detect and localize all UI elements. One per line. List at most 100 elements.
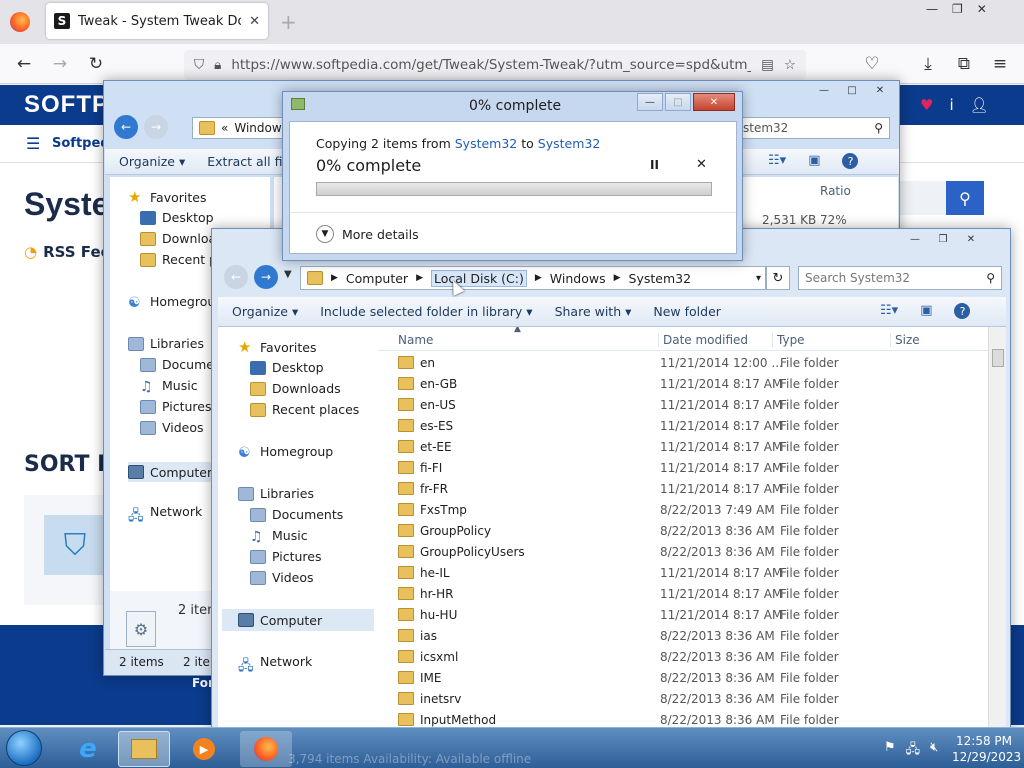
nav-libraries[interactable]: Libraries bbox=[260, 486, 314, 501]
nav-music[interactable]: Music bbox=[272, 528, 308, 543]
info-icon[interactable]: i bbox=[949, 96, 953, 114]
column-ratio[interactable]: Ratio bbox=[820, 184, 851, 198]
menu-icon[interactable]: ≡ bbox=[988, 52, 1012, 76]
pocket-icon[interactable]: ♡ bbox=[860, 52, 884, 76]
network-tray-icon[interactable]: 🖧︎ bbox=[906, 740, 921, 762]
breadcrumb-local-disk[interactable]: Local Disk (C:) bbox=[430, 269, 527, 287]
view-icon[interactable]: ☷▾ bbox=[768, 153, 786, 169]
table-row[interactable]: hr-HR 11/21/2014 8:17 AM File folder bbox=[378, 583, 890, 604]
forward-icon[interactable]: → bbox=[254, 265, 278, 289]
taskbar-media-player[interactable]: ▶ bbox=[178, 731, 230, 767]
maximize-icon[interactable]: □ bbox=[839, 81, 865, 99]
table-row[interactable]: et-EE 11/21/2014 8:17 AM File folder bbox=[378, 436, 890, 457]
back-arrow-icon[interactable]: ← bbox=[12, 52, 36, 76]
include-in-library-button[interactable]: Include selected folder in library ▾ bbox=[320, 304, 532, 319]
firefox-icon[interactable] bbox=[10, 12, 30, 32]
column-size[interactable]: Size bbox=[890, 333, 920, 347]
minimize-icon[interactable]: — bbox=[811, 81, 837, 99]
minimize-icon[interactable]: — bbox=[902, 230, 928, 248]
close-icon[interactable]: ✕ bbox=[693, 93, 735, 111]
organize-button[interactable]: Organize ▾ bbox=[119, 154, 185, 169]
url-text[interactable]: https://www.softpedia.com/get/Tweak/Syst… bbox=[231, 57, 751, 73]
table-row[interactable]: es-ES 11/21/2014 8:17 AM File folder bbox=[378, 415, 890, 436]
table-row[interactable]: he-IL 11/21/2014 8:17 AM File folder bbox=[378, 562, 890, 583]
new-folder-button[interactable]: New folder bbox=[653, 304, 721, 319]
hamburger-icon[interactable]: ☰ bbox=[26, 134, 40, 153]
downloads-icon[interactable]: ⤓ bbox=[916, 52, 940, 76]
restore-icon[interactable]: ❐ bbox=[952, 2, 963, 16]
source-link[interactable]: System32 bbox=[455, 136, 518, 151]
forward-arrow-icon[interactable]: → bbox=[48, 52, 72, 76]
table-row[interactable]: IME 8/22/2013 8:36 AM File folder bbox=[378, 667, 890, 688]
close-icon[interactable]: ✕ bbox=[977, 2, 987, 16]
scroll-thumb[interactable] bbox=[992, 349, 1004, 367]
view-icon[interactable]: ☷▾ bbox=[880, 303, 898, 319]
extract-all-button[interactable]: Extract all fil bbox=[207, 154, 286, 169]
nav-favorites[interactable]: Favorites bbox=[260, 340, 316, 355]
close-icon[interactable]: ✕ bbox=[958, 230, 984, 248]
browser-tab[interactable]: S Tweak - System Tweak Downloa ✕ bbox=[46, 3, 268, 39]
nav-recent[interactable]: Recent places bbox=[272, 402, 359, 417]
table-row[interactable]: en-US 11/21/2014 8:17 AM File folder bbox=[378, 394, 890, 415]
reader-view-icon[interactable]: ▤ bbox=[761, 57, 774, 73]
column-date-modified[interactable]: Date modified bbox=[658, 333, 748, 347]
breadcrumb-windows[interactable]: Windows bbox=[550, 271, 606, 286]
taskbar-internet-explorer[interactable]: e bbox=[62, 731, 114, 767]
table-row[interactable]: en 11/21/2014 12:00 ... File folder bbox=[378, 352, 890, 373]
maximize-icon[interactable]: □ bbox=[665, 93, 691, 111]
nav-favorites[interactable]: Favorites bbox=[150, 190, 206, 205]
new-tab-button[interactable]: + bbox=[280, 10, 297, 34]
table-row[interactable]: en-GB 11/21/2014 8:17 AM File folder bbox=[378, 373, 890, 394]
more-details-toggle[interactable]: ▼ More details bbox=[316, 225, 419, 243]
explorer-window[interactable]: — ❐ ✕ ← → ▼ ▶ Computer ▶ Local Disk (C:)… bbox=[211, 228, 1011, 728]
minimize-icon[interactable]: — bbox=[926, 2, 938, 16]
nav-videos[interactable]: Videos bbox=[272, 570, 314, 585]
cancel-button[interactable]: ✕ bbox=[696, 157, 707, 172]
nav-desktop[interactable]: Desktop bbox=[162, 210, 214, 225]
url-bar[interactable]: ⛉ 🔒︎ https://www.softpedia.com/get/Tweak… bbox=[184, 50, 806, 80]
address-bar[interactable]: ▶ Computer ▶ Local Disk (C:) ▶ Windows ▶… bbox=[300, 266, 766, 290]
nav-computer[interactable]: Computer bbox=[150, 465, 212, 480]
table-row[interactable]: FxsTmp 8/22/2013 7:49 AM File folder bbox=[378, 499, 890, 520]
table-row[interactable]: hu-HU 11/21/2014 8:17 AM File folder bbox=[378, 604, 890, 625]
shield-icon[interactable]: ⛉ bbox=[194, 57, 204, 73]
nav-libraries[interactable]: Libraries bbox=[150, 336, 204, 351]
organize-button[interactable]: Organize ▾ bbox=[232, 304, 298, 319]
table-row[interactable]: icsxml 8/22/2013 8:36 AM File folder bbox=[378, 646, 890, 667]
vertical-scrollbar[interactable] bbox=[988, 327, 1006, 727]
back-icon[interactable]: ← bbox=[224, 265, 248, 289]
nav-videos[interactable]: Videos bbox=[162, 420, 204, 435]
nav-pictures[interactable]: Pictures bbox=[162, 399, 212, 414]
recent-pages-chevron-icon[interactable]: ▼ bbox=[284, 269, 292, 280]
table-row[interactable]: InputMethod 8/22/2013 8:36 AM File folder bbox=[378, 709, 890, 727]
restore-icon[interactable]: ❐ bbox=[930, 230, 956, 248]
column-name[interactable]: Name bbox=[398, 333, 433, 347]
taskbar-firefox[interactable] bbox=[240, 731, 292, 767]
table-row[interactable]: ias 8/22/2013 8:36 AM File folder bbox=[378, 625, 890, 646]
address-dropdown-icon[interactable]: ▾ bbox=[756, 273, 761, 284]
back-icon[interactable]: ← bbox=[114, 115, 138, 139]
lock-icon[interactable]: 🔒︎ bbox=[214, 57, 221, 73]
reload-icon[interactable]: ↻ bbox=[84, 52, 108, 76]
nav-network[interactable]: Network bbox=[150, 504, 202, 519]
clock-time[interactable]: 12:58 PM bbox=[956, 734, 1012, 748]
table-row[interactable]: GroupPolicy 8/22/2013 8:36 AM File folder bbox=[378, 520, 890, 541]
close-tab-icon[interactable]: ✕ bbox=[249, 14, 260, 29]
nav-network[interactable]: Network bbox=[260, 654, 312, 669]
preview-pane-icon[interactable]: ▣ bbox=[808, 153, 820, 169]
breadcrumb-computer[interactable]: Computer bbox=[346, 271, 408, 286]
nav-computer[interactable]: Computer bbox=[260, 613, 322, 628]
nav-desktop[interactable]: Desktop bbox=[272, 360, 324, 375]
nav-pictures[interactable]: Pictures bbox=[272, 549, 322, 564]
flag-icon[interactable]: ⚑ bbox=[884, 740, 896, 762]
heart-icon[interactable]: ♥ bbox=[920, 96, 933, 114]
search-button[interactable]: ⚲ bbox=[946, 181, 984, 215]
extensions-icon[interactable]: ⧉ bbox=[952, 52, 976, 76]
bookmark-star-icon[interactable]: ☆ bbox=[784, 57, 796, 73]
preview-pane-icon[interactable]: ▣ bbox=[920, 303, 932, 319]
column-type[interactable]: Type bbox=[772, 333, 805, 347]
forward-icon[interactable]: → bbox=[144, 115, 168, 139]
search-field[interactable]: stem32 ⚲ bbox=[738, 117, 890, 139]
close-icon[interactable]: ✕ bbox=[867, 81, 893, 99]
start-button[interactable] bbox=[6, 730, 42, 766]
